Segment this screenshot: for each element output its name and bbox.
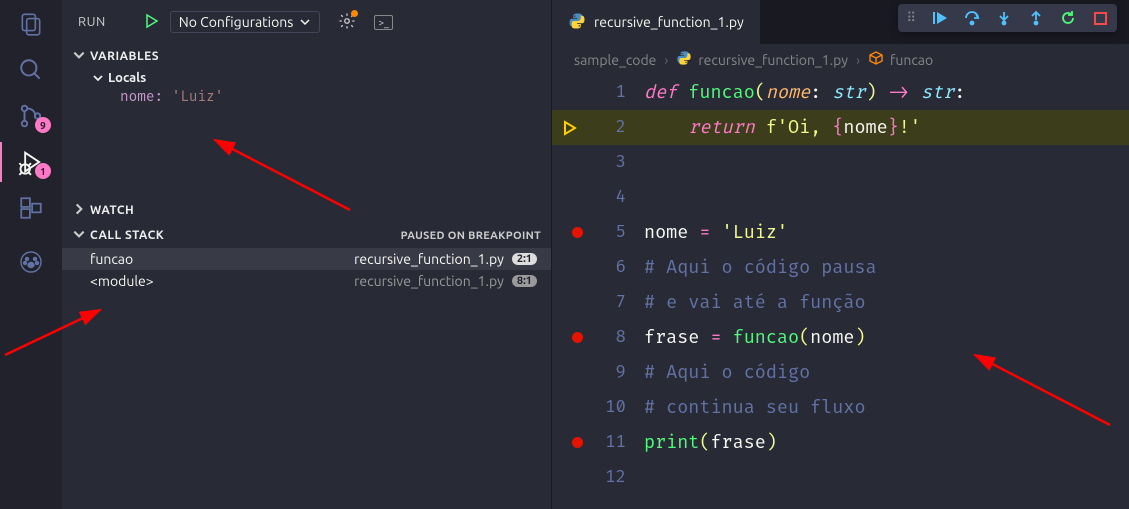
paw-icon[interactable] bbox=[17, 248, 45, 276]
variable-row[interactable]: nome: 'Luiz' bbox=[92, 85, 541, 110]
step-into-icon[interactable] bbox=[995, 9, 1013, 27]
editor-area: recursive_function_1.py ⠿ sample_code › … bbox=[552, 0, 1129, 509]
code-line[interactable]: 7# e vai até a função bbox=[552, 285, 1129, 320]
config-dropdown[interactable]: No Configurations bbox=[170, 11, 321, 33]
explorer-icon[interactable] bbox=[17, 10, 45, 38]
debug-panel: RUN No Configurations >_ VARIABLES Local… bbox=[62, 0, 552, 509]
chevron-down-icon bbox=[72, 227, 86, 244]
chevron-right-icon: › bbox=[664, 52, 668, 68]
code-line[interactable]: 10# continua seu fluxo bbox=[552, 390, 1129, 425]
symbol-method-icon bbox=[868, 50, 884, 69]
code-line[interactable]: 8 frase = funcao(nome) bbox=[552, 320, 1129, 355]
frame-position: 8:1 bbox=[512, 275, 537, 287]
locals-label: Locals bbox=[108, 71, 146, 85]
callstack-status: PAUSED ON BREAKPOINT bbox=[401, 230, 541, 242]
start-debug-icon[interactable] bbox=[144, 13, 160, 32]
activity-bar: 9 1 bbox=[0, 0, 62, 509]
python-icon bbox=[676, 50, 692, 69]
gear-icon[interactable] bbox=[338, 12, 356, 33]
debug-console-icon[interactable]: >_ bbox=[374, 15, 393, 30]
variables-title: VARIABLES bbox=[90, 50, 159, 63]
frame-function: funcao bbox=[90, 251, 133, 267]
code-line[interactable]: 9# Aqui o código bbox=[552, 355, 1129, 390]
breadcrumb-file[interactable]: recursive_function_1.py bbox=[676, 50, 848, 69]
variable-value: 'Luiz' bbox=[172, 89, 224, 106]
config-label: No Configurations bbox=[179, 14, 294, 30]
locals-header[interactable]: Locals bbox=[92, 71, 541, 85]
code-line[interactable]: 6# Aqui o código pausa bbox=[552, 250, 1129, 285]
code-line[interactable]: 1 def funcao(nome: str) -> str: bbox=[552, 75, 1129, 110]
search-icon[interactable] bbox=[17, 56, 45, 84]
breakpoint-icon[interactable] bbox=[552, 227, 602, 238]
breadcrumb[interactable]: sample_code › recursive_function_1.py › … bbox=[552, 44, 1129, 75]
chevron-right-icon bbox=[72, 202, 86, 219]
callstack-section-header[interactable]: CALL STACK PAUSED ON BREAKPOINT bbox=[62, 223, 551, 248]
debug-icon[interactable]: 1 bbox=[17, 148, 45, 176]
code-editor[interactable]: 1 def funcao(nome: str) -> str: 2 return… bbox=[552, 75, 1129, 495]
frame-file: recursive_function_1.py bbox=[354, 251, 504, 267]
debug-toolbar[interactable]: ⠿ bbox=[898, 4, 1117, 32]
continue-icon[interactable] bbox=[931, 9, 949, 27]
breakpoint-icon[interactable] bbox=[552, 332, 602, 343]
chevron-down-icon bbox=[299, 16, 311, 28]
code-line[interactable]: 3 bbox=[552, 145, 1129, 180]
scm-icon[interactable]: 9 bbox=[17, 102, 45, 130]
variables-section-header[interactable]: VARIABLES bbox=[62, 44, 551, 69]
step-over-icon[interactable] bbox=[963, 9, 981, 27]
watch-title: WATCH bbox=[90, 204, 134, 217]
settings-modified-indicator bbox=[351, 10, 358, 17]
code-line[interactable]: 12 bbox=[552, 460, 1129, 495]
extensions-icon[interactable] bbox=[17, 194, 45, 222]
code-line[interactable]: 5 nome = 'Luiz' bbox=[552, 215, 1129, 250]
step-out-icon[interactable] bbox=[1027, 9, 1045, 27]
stop-icon[interactable] bbox=[1091, 9, 1109, 27]
grip-icon[interactable]: ⠿ bbox=[906, 11, 917, 26]
frame-file: recursive_function_1.py bbox=[354, 273, 504, 289]
run-label: RUN bbox=[78, 15, 106, 29]
debug-badge: 1 bbox=[35, 163, 51, 179]
tab-filename: recursive_function_1.py bbox=[594, 14, 744, 30]
chevron-right-icon: › bbox=[856, 52, 860, 68]
callstack-title: CALL STACK bbox=[90, 229, 164, 242]
breadcrumb-folder[interactable]: sample_code bbox=[574, 52, 656, 68]
restart-icon[interactable] bbox=[1059, 9, 1077, 27]
frame-function: <module> bbox=[90, 273, 154, 289]
breakpoint-icon[interactable] bbox=[552, 437, 602, 448]
editor-tab[interactable]: recursive_function_1.py bbox=[552, 0, 760, 44]
scm-badge: 9 bbox=[35, 117, 51, 133]
code-line-current[interactable]: 2 return f'Oi, {nome}!' bbox=[552, 110, 1129, 145]
chevron-down-icon bbox=[92, 72, 104, 84]
run-header: RUN No Configurations >_ bbox=[62, 0, 551, 44]
chevron-down-icon bbox=[72, 48, 86, 65]
breadcrumb-symbol[interactable]: funcao bbox=[868, 50, 933, 69]
variable-name: nome: bbox=[120, 89, 163, 106]
code-line[interactable]: 11 print(frase) bbox=[552, 425, 1129, 460]
callstack-frame[interactable]: <module> recursive_function_1.py 8:1 bbox=[62, 270, 551, 292]
code-line[interactable]: 4 bbox=[552, 180, 1129, 215]
python-icon bbox=[568, 12, 586, 33]
callstack-frame[interactable]: funcao recursive_function_1.py 2:1 bbox=[62, 248, 551, 270]
frame-position: 2:1 bbox=[512, 253, 537, 265]
watch-section-header[interactable]: WATCH bbox=[62, 198, 551, 223]
